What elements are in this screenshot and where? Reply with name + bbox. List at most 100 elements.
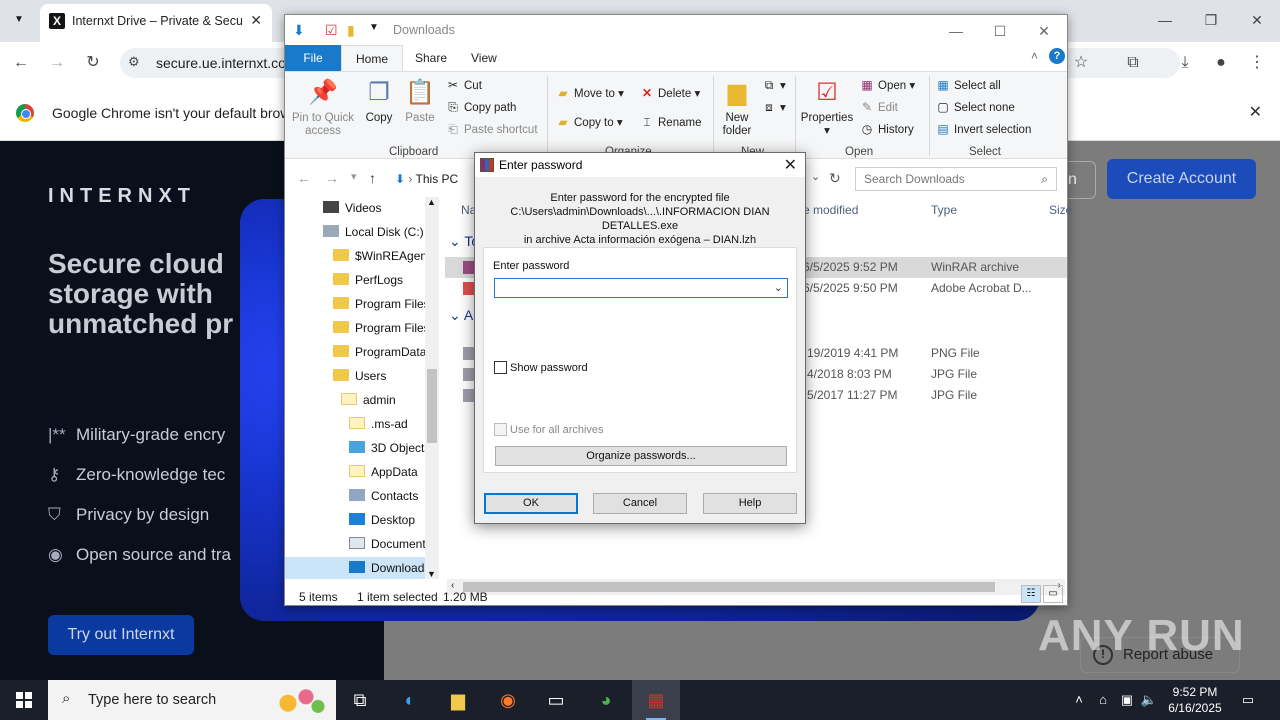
nav-scrollbar[interactable]: ▲ ▼: [425, 197, 439, 579]
tray-device-icon[interactable]: ⌂: [1094, 680, 1112, 720]
use-for-all-checkbox[interactable]: [494, 423, 507, 436]
history-button[interactable]: ◷ History: [859, 122, 914, 136]
scroll-down-icon[interactable]: ▼: [427, 569, 436, 579]
downloads-icon[interactable]: ⤓: [1172, 50, 1198, 76]
nav-item[interactable]: AppData: [285, 461, 425, 483]
explorer-forward-icon[interactable]: →: [325, 170, 339, 186]
properties-button[interactable]: ☑ Properties ▾: [799, 78, 855, 138]
file-explorer-icon[interactable]: ▆: [434, 680, 482, 720]
copy-button[interactable]: ❐ Copy: [361, 78, 397, 125]
easy-access-button[interactable]: ⧈ ▾: [761, 100, 786, 115]
sign-in-button[interactable]: n: [1066, 161, 1096, 199]
taskbar-clock[interactable]: 9:52 PM 6/16/2025: [1160, 684, 1230, 716]
nav-item[interactable]: admin: [285, 389, 425, 411]
bookmark-star-icon[interactable]: ☆: [1068, 50, 1094, 76]
browser-tab[interactable]: X Internxt Drive – Private & Secure ✕: [40, 4, 272, 42]
nav-item[interactable]: ProgramData: [285, 341, 426, 363]
nav-item[interactable]: Users: [285, 365, 425, 387]
nav-item[interactable]: .ms-ad: [285, 413, 425, 435]
column-size[interactable]: Size: [1049, 203, 1072, 217]
cut-button[interactable]: ✂ Cut: [445, 78, 482, 92]
reload-icon[interactable]: ↻: [80, 50, 106, 76]
extensions-icon[interactable]: ⧉: [1120, 50, 1146, 76]
recent-locations-icon[interactable]: ▾: [351, 170, 357, 183]
chrome-menu-icon[interactable]: ⋮: [1244, 50, 1270, 76]
invert-selection-button[interactable]: ▤ Invert selection: [935, 122, 1031, 136]
task-view-icon[interactable]: ⧉: [336, 680, 384, 720]
edit-button[interactable]: ✎ Edit: [859, 100, 898, 114]
move-to-button[interactable]: ▰ Move to ▾: [555, 86, 624, 100]
new-item-button[interactable]: ⧉ ▾: [761, 78, 786, 93]
refresh-icon[interactable]: ↻: [829, 170, 841, 187]
cancel-button[interactable]: Cancel: [593, 493, 687, 514]
column-type[interactable]: Type: [931, 203, 957, 217]
address-dropdown-icon[interactable]: ⌄: [811, 170, 820, 183]
scroll-up-icon[interactable]: ▲: [427, 197, 436, 207]
network-icon[interactable]: ▣: [1118, 680, 1136, 720]
rename-button[interactable]: ⌶ Rename: [639, 115, 701, 130]
tab-share[interactable]: Share: [401, 45, 461, 71]
tray-overflow-icon[interactable]: ˄: [1070, 680, 1088, 720]
details-view-icon[interactable]: ☷: [1021, 585, 1041, 603]
help-button[interactable]: Help: [703, 493, 797, 514]
terminal-icon[interactable]: ▭: [532, 680, 580, 720]
firefox-icon[interactable]: ◉: [484, 680, 532, 720]
tab-view[interactable]: View: [457, 45, 511, 71]
taskbar-search[interactable]: ⌕ Type here to search: [48, 680, 336, 720]
large-icons-view-icon[interactable]: ▭: [1043, 585, 1063, 603]
nav-scroll-thumb[interactable]: [427, 369, 437, 443]
explorer-minimize-button[interactable]: —: [933, 19, 979, 43]
up-folder-icon[interactable]: ↑: [369, 170, 376, 186]
tab-file[interactable]: File: [285, 45, 341, 71]
winrar-taskbar-icon[interactable]: ▦: [632, 680, 680, 720]
nav-item[interactable]: Videos: [285, 197, 425, 219]
ribbon-collapse-icon[interactable]: ˄: [1031, 49, 1038, 63]
explorer-close-button[interactable]: ✕: [1021, 19, 1067, 43]
nav-item[interactable]: 3D Objects: [285, 437, 430, 459]
show-password-checkbox[interactable]: [494, 361, 507, 374]
chrome-minimize-button[interactable]: —: [1142, 6, 1188, 34]
breadcrumb-this-pc[interactable]: This PC: [416, 172, 459, 186]
help-icon[interactable]: ?: [1049, 48, 1065, 64]
nav-item[interactable]: Desktop: [285, 509, 425, 531]
password-input[interactable]: ⌄: [494, 278, 788, 298]
nav-item[interactable]: Contacts: [285, 485, 425, 507]
column-date-modified[interactable]: e modified: [803, 203, 858, 217]
explorer-search-input[interactable]: Search Downloads ⌕: [855, 167, 1057, 191]
new-folder-qa-icon[interactable]: ▮: [347, 22, 355, 39]
nav-item[interactable]: Downloads: [285, 557, 430, 579]
chevron-down-icon[interactable]: ⌄: [774, 279, 783, 298]
back-icon[interactable]: ←: [8, 50, 34, 76]
dialog-close-icon[interactable]: ✕: [784, 155, 797, 175]
infobar-close-icon[interactable]: ✕: [1249, 102, 1262, 122]
new-folder-button[interactable]: ▆ New folder: [717, 78, 757, 138]
chrome-close-button[interactable]: ✕: [1234, 6, 1280, 34]
group-header-earlier[interactable]: ⌄ A: [449, 307, 473, 324]
delete-button[interactable]: ✕ Delete ▾: [639, 86, 700, 100]
create-account-button[interactable]: Create Account: [1107, 159, 1256, 199]
select-none-button[interactable]: ▢ Select none: [935, 100, 1014, 114]
address-breadcrumb[interactable]: ⬇ › This PC: [395, 167, 475, 191]
copy-to-button[interactable]: ▰ Copy to ▾: [555, 115, 622, 129]
tab-search-button[interactable]: ▼: [8, 9, 30, 31]
site-info-icon[interactable]: ⚙: [128, 54, 140, 70]
paste-shortcut-button[interactable]: ⎗ Paste shortcut: [445, 122, 537, 137]
open-button[interactable]: ▦ Open ▾: [859, 78, 915, 92]
explorer-back-icon[interactable]: ←: [297, 170, 311, 186]
notifications-icon[interactable]: ▭: [1236, 680, 1260, 720]
explorer-maximize-button[interactable]: ☐: [977, 19, 1023, 43]
profile-icon[interactable]: ●: [1208, 50, 1234, 76]
nav-item[interactable]: Program Files: [285, 293, 430, 315]
select-all-button[interactable]: ▦ Select all: [935, 78, 1000, 92]
try-internxt-button[interactable]: Try out Internxt: [48, 615, 194, 655]
customize-qa-icon[interactable]: ▼: [369, 22, 379, 33]
tab-close-icon[interactable]: ✕: [250, 12, 262, 29]
paste-button[interactable]: 📋 Paste: [401, 78, 439, 125]
organize-passwords-button[interactable]: Organize passwords...: [495, 446, 787, 466]
nav-item[interactable]: Program Files: [285, 317, 430, 339]
forward-icon[interactable]: →: [44, 50, 70, 76]
volume-icon[interactable]: 🔈: [1140, 680, 1158, 720]
nav-item[interactable]: $WinREAgent: [285, 245, 430, 267]
nav-item[interactable]: PerfLogs: [285, 269, 425, 291]
properties-qa-icon[interactable]: ☑: [325, 22, 338, 39]
